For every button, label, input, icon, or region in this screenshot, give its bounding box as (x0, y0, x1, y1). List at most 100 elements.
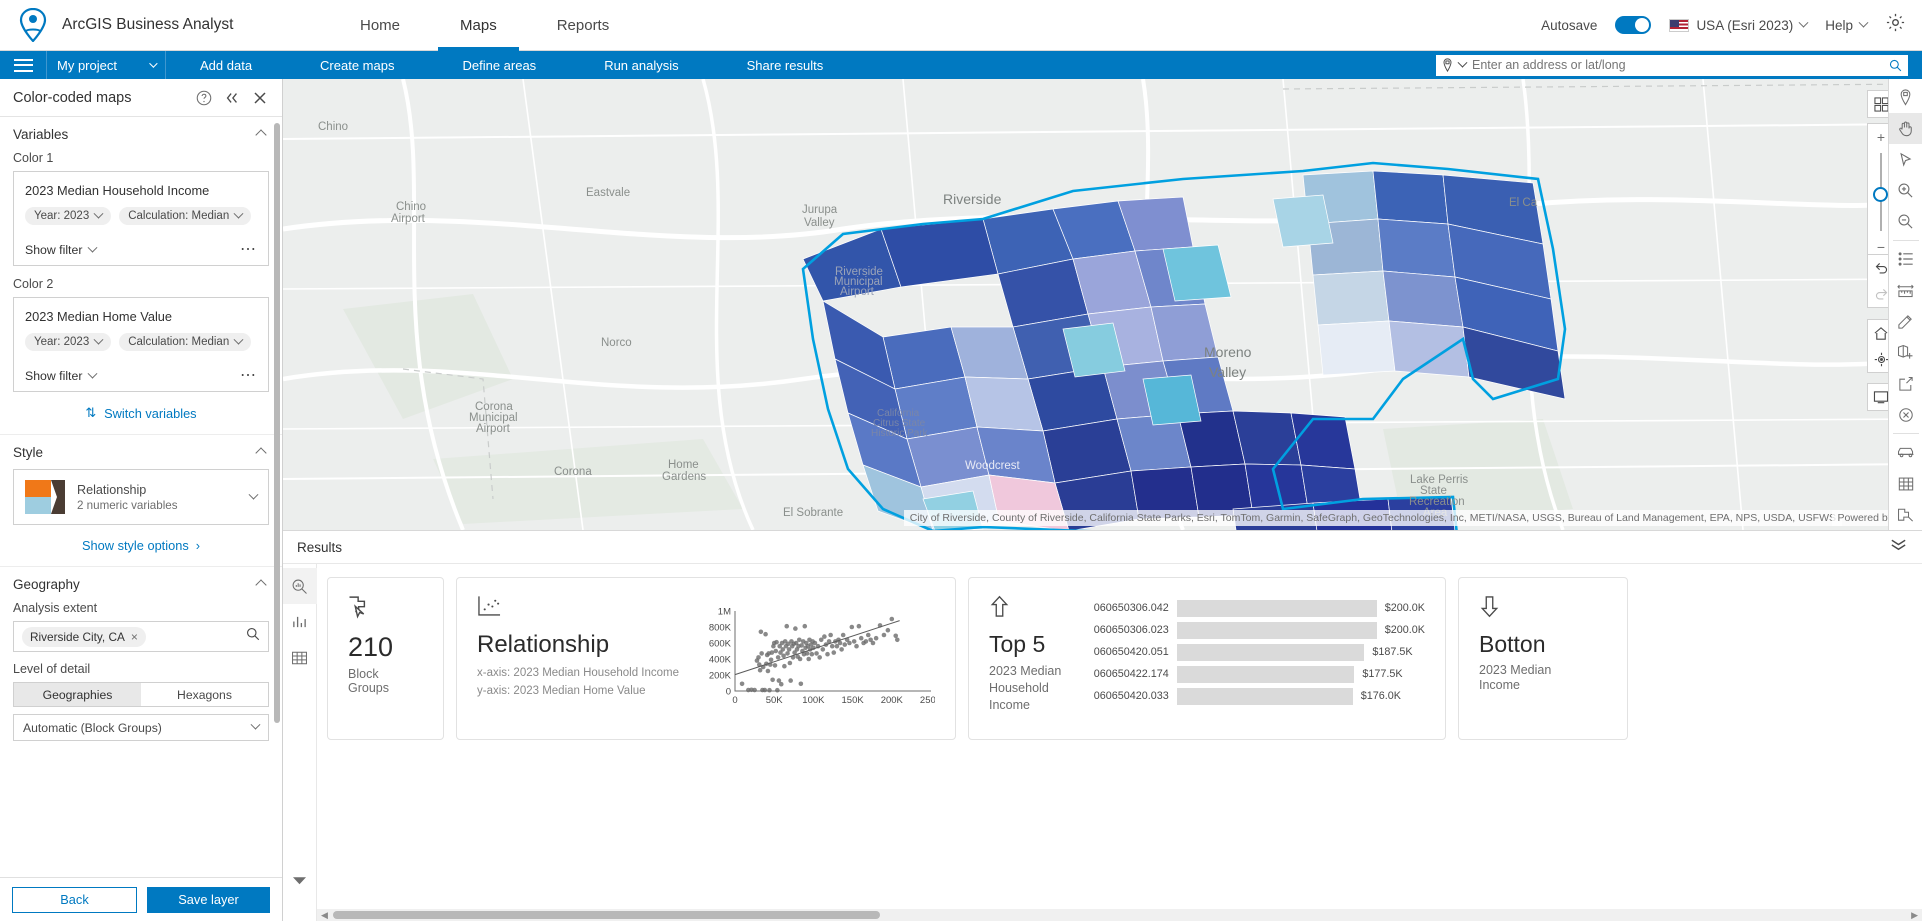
search-input[interactable] (1472, 58, 1883, 72)
zoom-in-tool-icon[interactable] (1889, 175, 1922, 206)
zoom-out-tool-icon[interactable] (1889, 206, 1922, 237)
help-menu[interactable]: Help (1825, 18, 1867, 33)
hamburger-icon[interactable] (0, 59, 46, 72)
help-circle-icon[interactable] (195, 89, 213, 107)
color2-variable-card: 2023 Median Home Value Year: 2023 Calcul… (13, 297, 269, 392)
share-tool-icon[interactable] (1889, 368, 1922, 399)
search-icon[interactable] (1889, 59, 1902, 72)
extent-tag-label: Riverside City, CA (30, 630, 125, 644)
svg-text:1M: 1M (718, 607, 731, 618)
rail-table-icon[interactable] (283, 640, 317, 676)
autosave-toggle[interactable] (1615, 16, 1651, 34)
zoom-slider[interactable] (1880, 153, 1882, 231)
level-of-detail-select[interactable]: Automatic (Block Groups) (13, 714, 269, 741)
nav-reports[interactable]: Reports (527, 0, 640, 51)
toolbar-item-define-areas[interactable]: Define areas (428, 51, 570, 79)
nav-home[interactable]: Home (330, 0, 430, 51)
nav-maps[interactable]: Maps (430, 0, 527, 51)
top5-row[interactable]: 060650420.051$187.5K (1093, 641, 1425, 663)
add-layer-tool-icon[interactable] (1889, 337, 1922, 368)
segment-geographies[interactable]: Geographies (14, 683, 141, 706)
color1-show-filter-label: Show filter (25, 243, 82, 257)
panel-title: Color-coded maps (13, 90, 185, 106)
main-nav: Home Maps Reports (330, 0, 639, 51)
back-button[interactable]: Back (12, 887, 137, 913)
save-layer-button[interactable]: Save layer (147, 887, 270, 913)
color1-show-filter[interactable]: Show filter (25, 243, 96, 257)
country-label: USA (Esri 2023) (1696, 18, 1793, 33)
style-section-header[interactable]: Style (13, 445, 269, 460)
geography-section-header[interactable]: Geography (13, 577, 269, 592)
address-search[interactable] (1436, 55, 1908, 76)
table-tool-icon[interactable] (1889, 468, 1922, 499)
block-group-count-value: 210 (348, 632, 423, 663)
color1-calculation-pill[interactable]: Calculation: Median (119, 207, 251, 225)
svg-text:400K: 400K (709, 655, 732, 666)
card-bottom5[interactable]: Botton 2023 Median Income (1458, 577, 1628, 740)
scroll-left-arrow-icon[interactable]: ◀ (321, 910, 328, 921)
map-pin-tool-icon[interactable] (1889, 82, 1922, 113)
card-top5[interactable]: Top 5 2023 Median Household Income 06065… (968, 577, 1446, 740)
toolbar-item-run-analysis[interactable]: Run analysis (570, 51, 712, 79)
switch-variables-button[interactable]: ⇅ Switch variables (13, 405, 269, 421)
color1-year-text: Year: 2023 (34, 210, 89, 222)
results-horizontal-scrollbar[interactable]: ◀ ▶ (317, 909, 1922, 921)
top5-row[interactable]: 060650306.023$200.0K (1093, 619, 1425, 641)
color2-variable-name: 2023 Median Home Value (25, 309, 257, 324)
infographic-tool-icon[interactable] (1889, 499, 1922, 530)
search-icon[interactable] (246, 627, 260, 646)
color1-year-pill[interactable]: Year: 2023 (25, 207, 111, 225)
scrollbar-thumb[interactable] (333, 911, 880, 919)
chevron-down-icon[interactable] (1458, 57, 1468, 67)
close-icon[interactable] (251, 89, 269, 107)
results-cards: 210 Block Groups (317, 564, 1922, 921)
project-selector[interactable]: My project (46, 51, 166, 79)
pan-hand-tool-icon[interactable] (1889, 113, 1922, 144)
zoom-slider-handle[interactable] (1873, 187, 1888, 202)
legend-tool-icon[interactable] (1889, 244, 1922, 275)
chevron-down-icon (88, 368, 98, 378)
toolbar-item-create-maps[interactable]: Create maps (286, 51, 428, 79)
panel-scrollbar[interactable] (274, 123, 280, 723)
measure-tool-icon[interactable] (1889, 275, 1922, 306)
extent-tag[interactable]: Riverside City, CA × (22, 627, 146, 647)
rail-bar-chart-icon[interactable] (283, 604, 317, 640)
card-relationship[interactable]: Relationship x-axis: 2023 Median Househo… (456, 577, 956, 740)
color2-year-pill[interactable]: Year: 2023 (25, 333, 111, 351)
color1-variable-name: 2023 Median Household Income (25, 183, 257, 198)
top5-row[interactable]: 060650420.033$176.0K (1093, 685, 1425, 707)
sketch-tool-icon[interactable] (1889, 306, 1922, 337)
style-card[interactable]: Relationship 2 numeric variables (13, 469, 269, 525)
variables-section-header[interactable]: Variables (13, 127, 269, 142)
color2-show-filter[interactable]: Show filter (25, 369, 96, 383)
clear-tool-icon[interactable] (1889, 399, 1922, 430)
card-block-group-count[interactable]: 210 Block Groups (327, 577, 444, 740)
top5-row[interactable]: 060650306.042$200.0K (1093, 597, 1425, 619)
analysis-extent-field[interactable]: Riverside City, CA × (13, 621, 269, 652)
segment-hexagons[interactable]: Hexagons (141, 683, 268, 706)
color2-calculation-pill[interactable]: Calculation: Median (119, 333, 251, 351)
top5-row-bar (1177, 644, 1365, 661)
toolbar-item-share-results[interactable]: Share results (713, 51, 858, 79)
double-chevron-down-icon[interactable] (1889, 537, 1908, 557)
rail-search-chart-icon[interactable] (283, 568, 317, 604)
toolbar-item-add-data[interactable]: Add data (166, 51, 286, 79)
top5-row[interactable]: 060650422.174$177.5K (1093, 663, 1425, 685)
map-label: Jurupa (802, 204, 837, 216)
scroll-right-arrow-icon[interactable]: ▶ (1911, 910, 1918, 921)
chevron-down-icon (249, 489, 259, 499)
map-canvas[interactable]: Chino Chino Airport Eastvale Jurupa Vall… (283, 79, 1922, 530)
double-chevron-left-icon[interactable] (223, 89, 241, 107)
relationship-style-swatch-icon (25, 480, 65, 514)
rail-caret-down-icon[interactable] (283, 862, 317, 898)
style-section-title: Style (13, 445, 43, 460)
color2-more-options-icon[interactable]: ⋯ (240, 371, 257, 381)
drive-time-tool-icon[interactable] (1889, 437, 1922, 468)
gear-icon[interactable] (1885, 12, 1906, 38)
color1-more-options-icon[interactable]: ⋯ (240, 245, 257, 255)
country-selector[interactable]: USA (Esri 2023) (1669, 18, 1807, 33)
remove-tag-icon[interactable]: × (131, 630, 138, 644)
show-style-options-button[interactable]: Show style options › (13, 538, 269, 553)
select-arrow-tool-icon[interactable] (1889, 144, 1922, 175)
usa-flag-icon (1669, 19, 1689, 32)
